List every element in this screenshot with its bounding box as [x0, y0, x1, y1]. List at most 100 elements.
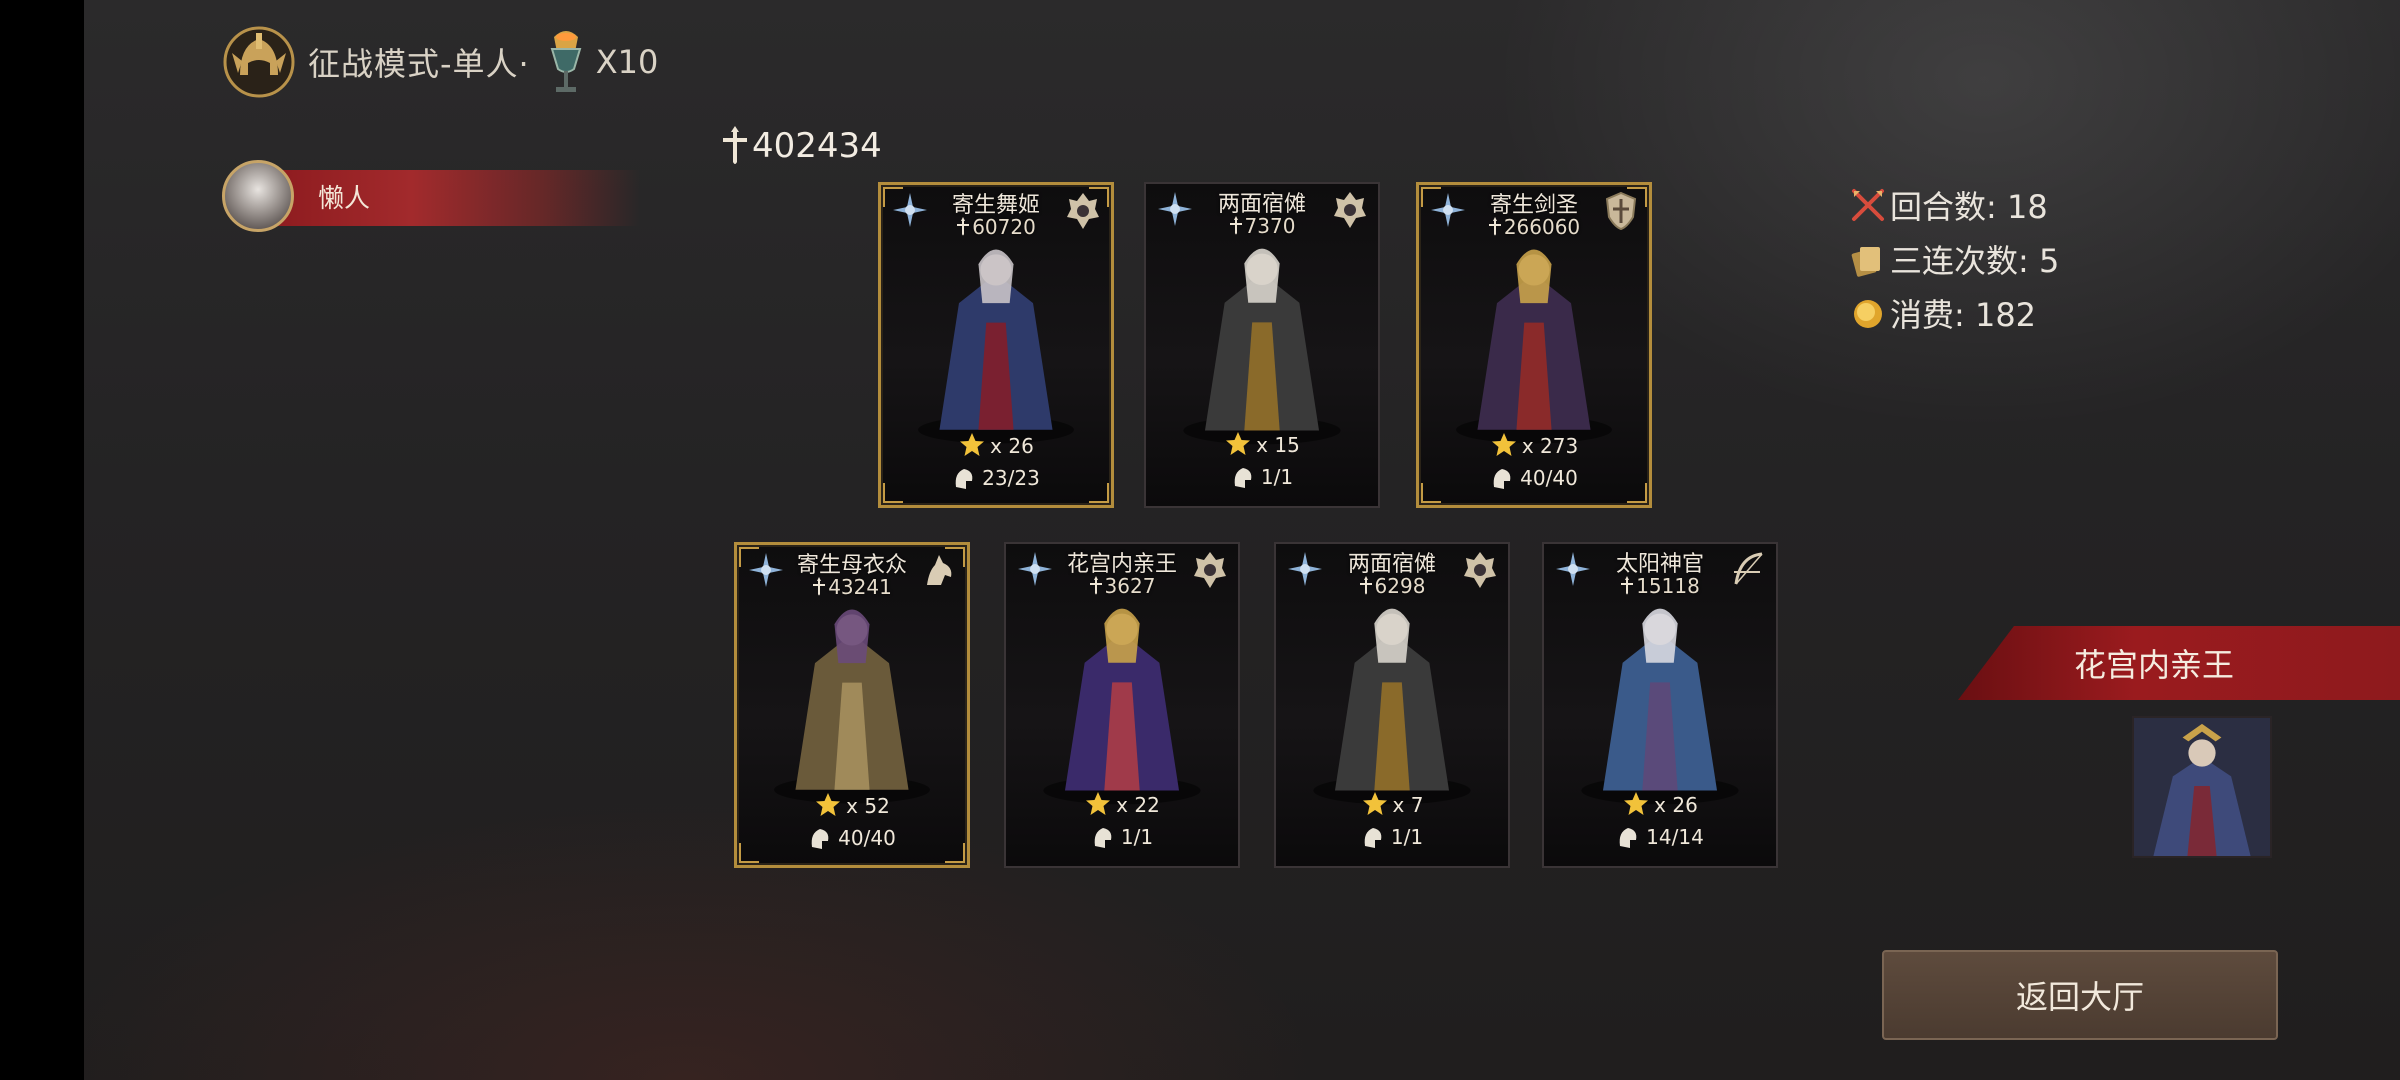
player-entry[interactable]: 懒人 — [220, 160, 640, 236]
power-sword-icon — [1359, 576, 1372, 595]
hero-stars: x 22 — [1006, 790, 1238, 818]
power-sword-icon — [723, 126, 747, 164]
star-icon — [1226, 432, 1251, 455]
hero-power-value: 15118 — [1636, 574, 1700, 598]
avatar — [222, 160, 294, 232]
hero-card[interactable]: 寄生剑圣 266060 x 273 40/40 — [1416, 182, 1652, 508]
card-corner — [739, 547, 759, 567]
soldier-helmet-icon — [955, 469, 973, 489]
hero-power-value: 60720 — [972, 215, 1036, 239]
power-sword-icon — [1621, 576, 1634, 595]
card-corner — [883, 187, 903, 207]
hero-card[interactable]: 寄生舞姬 60720 x 26 23/23 — [878, 182, 1114, 508]
cards-stack-icon — [1851, 247, 1880, 277]
hero-power: 43241 — [737, 575, 967, 599]
hero-troop-count: 40/40 — [1520, 466, 1578, 490]
hero-card[interactable]: 太阳神官 15118 x 26 14/14 — [1542, 542, 1778, 868]
hero-troop-count: 1/1 — [1390, 825, 1424, 849]
goblet-icon — [550, 31, 582, 92]
hero-star-count: x 15 — [1256, 433, 1300, 457]
hero-power-value: 7370 — [1244, 214, 1296, 238]
hero-card[interactable]: 两面宿傩 7370 x 15 1/1 — [1144, 182, 1380, 508]
hero-stars: x 15 — [1146, 430, 1378, 458]
gold-coin-icon — [1854, 300, 1882, 328]
hero-power-value: 6298 — [1374, 574, 1426, 598]
return-to-lobby-button[interactable]: 返回大厅 — [1882, 950, 2278, 1040]
soldier-helmet-icon — [1493, 469, 1511, 489]
star-icon — [1086, 792, 1111, 815]
cost-text: 消费: 182 — [1890, 296, 2037, 334]
hero-power: 3627 — [1006, 574, 1238, 598]
rounds-stat: 回合数: 18 — [1850, 178, 2059, 232]
card-corner — [1089, 187, 1109, 207]
power-sword-icon — [1089, 576, 1102, 595]
soldier-helmet-icon — [1364, 828, 1382, 848]
rounds-text: 回合数: 18 — [1890, 188, 2048, 226]
hero-stars: x 273 — [1419, 431, 1649, 459]
helmet-crest-icon — [223, 26, 295, 98]
star-icon — [816, 793, 841, 816]
star-icon — [960, 433, 985, 456]
mode-title: 征战模式-单人· — [308, 45, 530, 83]
hero-power-value: 266060 — [1503, 215, 1581, 239]
triples-text: 三连次数: 5 — [1890, 242, 2060, 280]
hero-troop-count: 1/1 — [1120, 825, 1154, 849]
card-corner — [1089, 483, 1109, 503]
hero-card[interactable]: 寄生母衣众 43241 x 52 40/40 — [734, 542, 970, 868]
battle-stats: 回合数: 18 三连次数: 5 消费: 182 — [1850, 178, 2059, 340]
hero-card[interactable]: 两面宿傩 6298 x 7 1/1 — [1274, 542, 1510, 868]
hero-stars: x 52 — [737, 791, 967, 819]
crossed-swords-icon — [1852, 189, 1884, 221]
card-corner — [883, 483, 903, 503]
hero-star-count: x 273 — [1521, 434, 1579, 458]
hero-troop-count: 14/14 — [1646, 825, 1704, 849]
hero-stars: x 7 — [1276, 790, 1508, 818]
cost-stat: 消费: 182 — [1850, 286, 2059, 340]
total-power: 402434 — [720, 124, 882, 168]
hero-troops: 14/14 — [1544, 824, 1776, 850]
player-name-banner — [260, 170, 640, 226]
card-corner — [739, 843, 759, 863]
hero-star-count: x 26 — [1654, 793, 1698, 817]
star-icon — [1491, 433, 1516, 456]
hero-troop-count: 40/40 — [838, 826, 896, 850]
hero-troops: 1/1 — [1006, 824, 1238, 850]
card-corner — [1421, 483, 1441, 503]
hero-troops: 1/1 — [1276, 824, 1508, 850]
hero-power: 266060 — [1419, 215, 1649, 239]
hero-portrait-art — [2134, 718, 2270, 856]
featured-hero-portrait[interactable] — [2132, 716, 2272, 858]
hero-power: 6298 — [1276, 574, 1508, 598]
hero-troops: 40/40 — [737, 825, 967, 851]
power-sword-icon — [1229, 216, 1242, 235]
hero-stars: x 26 — [1544, 790, 1776, 818]
mode-header: 征战模式-单人· X10 — [220, 22, 658, 102]
card-corner — [945, 547, 965, 567]
total-power-value: 402434 — [752, 126, 882, 166]
hero-troops: 23/23 — [881, 465, 1111, 491]
triples-stat: 三连次数: 5 — [1850, 232, 2059, 286]
star-icon — [1362, 792, 1387, 815]
card-corner — [1421, 187, 1441, 207]
hero-troop-count: 1/1 — [1260, 465, 1294, 489]
hero-power-value: 43241 — [828, 575, 892, 599]
star-icon — [1624, 792, 1649, 815]
power-sword-icon — [957, 217, 970, 236]
hero-troop-count: 23/23 — [982, 466, 1040, 490]
soldier-helmet-icon — [811, 829, 829, 849]
featured-hero-name: 花宫内亲王 — [2074, 646, 2235, 684]
hero-power: 15118 — [1544, 574, 1776, 598]
hero-star-count: x 26 — [990, 434, 1034, 458]
hero-power-value: 3627 — [1104, 574, 1156, 598]
hero-power: 7370 — [1146, 214, 1378, 238]
hero-troops: 1/1 — [1146, 464, 1378, 490]
hero-troops: 40/40 — [1419, 465, 1649, 491]
soldier-helmet-icon — [1619, 828, 1637, 848]
soldier-helmet-icon — [1094, 828, 1112, 848]
hero-power: 60720 — [881, 215, 1111, 239]
soldier-helmet-icon — [1234, 468, 1252, 488]
power-sword-icon — [1488, 217, 1501, 236]
card-corner — [1627, 483, 1647, 503]
power-sword-icon — [813, 577, 826, 596]
hero-card[interactable]: 花宫内亲王 3627 x 22 1/1 — [1004, 542, 1240, 868]
